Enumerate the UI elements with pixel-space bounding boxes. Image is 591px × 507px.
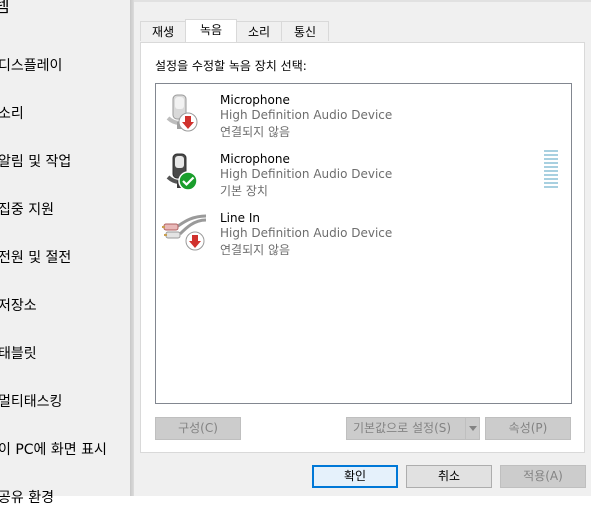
dialog-title-bar-edge	[134, 0, 591, 2]
device-item-microphone-2[interactable]: Microphone High Definition Audio Device …	[156, 143, 571, 201]
device-description: High Definition Audio Device	[220, 226, 393, 240]
microphone-icon	[162, 151, 210, 199]
recording-device-list[interactable]: Microphone High Definition Audio Device …	[155, 83, 572, 404]
device-item-line-in[interactable]: Line In High Definition Audio Device 연결되…	[156, 202, 571, 260]
settings-sidebar: 템 디스플레이 소리 알림 및 작업 집중 지원 전원 및 절전 저장소 태블릿…	[0, 0, 132, 506]
sidebar-item-shared-experiences[interactable]: 공유 환경	[0, 487, 54, 507]
device-name: Microphone	[220, 93, 290, 107]
properties-button[interactable]: 속성(P)	[485, 417, 571, 440]
tab-sounds[interactable]: 소리	[236, 21, 282, 41]
device-status: 연결되지 않음	[220, 243, 291, 257]
chevron-down-icon[interactable]	[465, 418, 481, 439]
cancel-button[interactable]: 취소	[406, 465, 492, 488]
recording-tab-panel: 설정을 수정할 녹음 장치 선택: Microphone High Defini…	[140, 42, 585, 453]
set-default-split-button[interactable]: 기본값으로 설정(S)	[346, 417, 480, 440]
sidebar-item-display[interactable]: 디스플레이	[0, 55, 62, 75]
sidebar-item-notifications[interactable]: 알림 및 작업	[0, 151, 71, 171]
sidebar-item-sound[interactable]: 소리	[0, 103, 24, 123]
device-status: 기본 장치	[220, 184, 268, 198]
device-description: High Definition Audio Device	[220, 108, 393, 122]
sidebar-item-multitasking[interactable]: 멀티태스킹	[0, 391, 62, 411]
input-level-meter	[544, 150, 558, 192]
device-status: 연결되지 않음	[220, 125, 291, 139]
device-name: Line In	[220, 211, 260, 225]
disconnected-badge-icon	[185, 231, 205, 255]
sidebar-item-focus-assist[interactable]: 집중 지원	[0, 199, 54, 219]
sidebar-item-projecting[interactable]: 이 PC에 화면 표시	[0, 439, 107, 459]
tab-recording[interactable]: 녹음	[185, 19, 237, 42]
tab-communications[interactable]: 통신	[281, 21, 329, 41]
sidebar-item-tablet[interactable]: 태블릿	[0, 343, 37, 363]
sidebar-item-power[interactable]: 전원 및 절전	[0, 247, 71, 267]
disconnected-badge-icon	[178, 112, 198, 136]
ok-button[interactable]: 확인	[312, 465, 398, 488]
apply-button[interactable]: 적용(A)	[500, 465, 586, 488]
instruction-label: 설정을 수정할 녹음 장치 선택:	[155, 59, 307, 73]
tab-playback[interactable]: 재생	[140, 21, 186, 41]
line-in-cable-icon	[162, 210, 210, 258]
configure-button[interactable]: 구성(C)	[155, 417, 241, 440]
sidebar-title: 템	[0, 0, 10, 17]
set-default-button-label: 기본값으로 설정(S)	[353, 421, 452, 435]
microphone-icon	[162, 92, 210, 140]
default-device-check-icon	[178, 171, 198, 195]
device-description: High Definition Audio Device	[220, 167, 393, 181]
sidebar-item-storage[interactable]: 저장소	[0, 295, 37, 315]
device-name: Microphone	[220, 152, 290, 166]
device-item-microphone-1[interactable]: Microphone High Definition Audio Device …	[156, 84, 571, 142]
sound-dialog: 재생 녹음 소리 통신 설정을 수정할 녹음 장치 선택: Microphone…	[134, 0, 591, 496]
